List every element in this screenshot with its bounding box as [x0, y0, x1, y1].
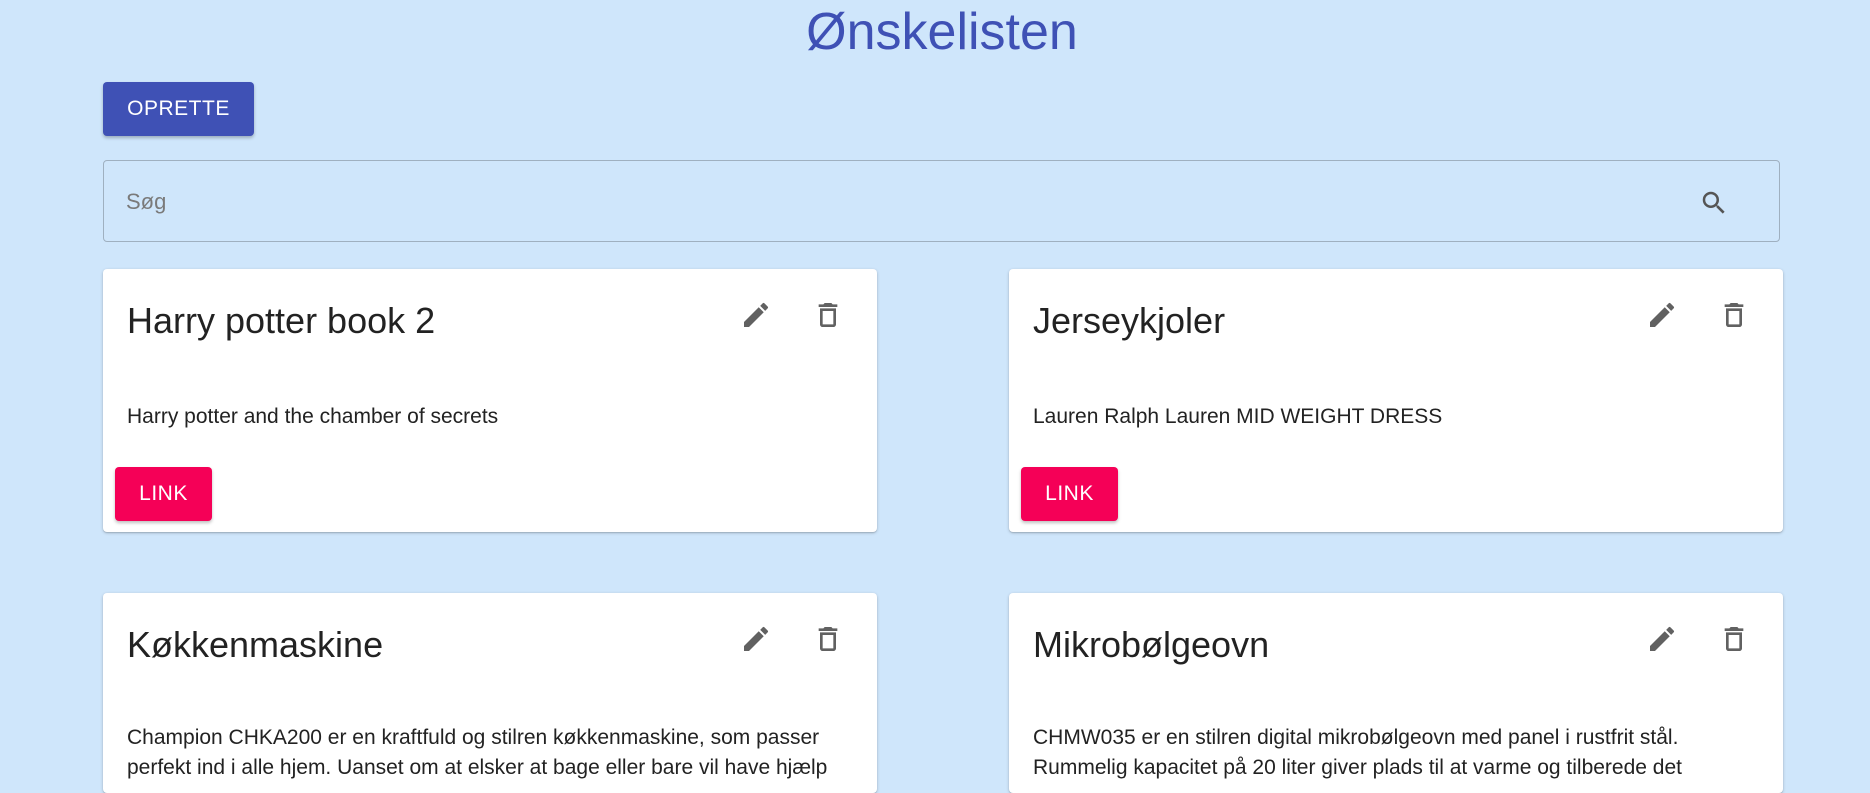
wish-card: Mikrobølgeovn CHMW035 er en stilren digi… — [1009, 593, 1783, 793]
link-button[interactable]: LINK — [1021, 467, 1118, 521]
delete-icon[interactable] — [1718, 623, 1750, 655]
edit-icon[interactable] — [1646, 299, 1678, 331]
edit-icon[interactable] — [740, 623, 772, 655]
search-box — [103, 160, 1780, 243]
card-description: CHMW035 er en stilren digital mikrobølge… — [1033, 726, 1682, 779]
delete-icon[interactable] — [1718, 299, 1750, 331]
card-description: Champion CHKA200 er en kraftfuld og stil… — [127, 726, 828, 779]
card-title: Køkkenmaskine — [127, 624, 384, 665]
delete-icon[interactable] — [812, 299, 844, 331]
wish-card: Harry potter book 2 Harry potter and the… — [103, 269, 877, 532]
card-title: Harry potter book 2 — [127, 300, 436, 341]
page-title: Ønskelisten — [806, 3, 1078, 61]
edit-icon[interactable] — [740, 299, 772, 331]
edit-icon[interactable] — [1646, 623, 1678, 655]
wish-card: Køkkenmaskine Champion CHKA200 er en kra… — [103, 593, 877, 793]
search-icon[interactable] — [1699, 188, 1729, 218]
card-description: Lauren Ralph Lauren MID WEIGHT DRESS — [1033, 405, 1443, 428]
wish-card: Jerseykjoler Lauren Ralph Lauren MID WEI… — [1009, 269, 1783, 532]
card-description: Harry potter and the chamber of secrets — [127, 405, 499, 428]
link-button[interactable]: LINK — [115, 467, 212, 521]
card-title: Mikrobølgeovn — [1033, 624, 1270, 665]
search-input[interactable] — [124, 161, 1688, 243]
delete-icon[interactable] — [812, 623, 844, 655]
card-title: Jerseykjoler — [1033, 300, 1226, 341]
create-button[interactable]: OPRETTE — [103, 82, 254, 136]
